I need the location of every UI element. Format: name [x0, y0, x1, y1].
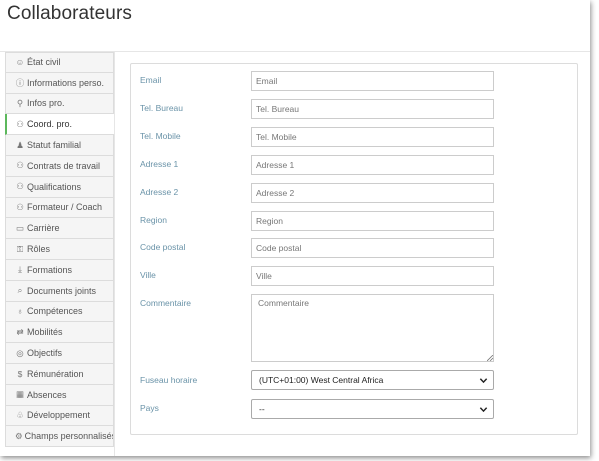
trainer-icon: ⚇: [16, 201, 24, 212]
code-postal-label: Code postal: [140, 242, 186, 252]
sidebar-item-carriere[interactable]: ▭ Carrière: [5, 218, 114, 240]
sidebar-item-label: Qualifications: [27, 181, 82, 192]
roles-icon: ⚿: [16, 243, 24, 254]
pays-label: Pays: [140, 403, 159, 413]
sidebar-item-documents-joints[interactable]: ⌕ Documents joints: [5, 280, 114, 302]
sidebar-item-contrats-de-travail[interactable]: ⚇ Contrats de travail: [5, 155, 114, 177]
sidebar-item-objectifs[interactable]: ◎ Objectifs: [5, 343, 114, 364]
pays-value: --: [259, 404, 265, 414]
sidebar-item-label: Rémunération: [27, 368, 84, 379]
sidebar-item-label: Rôles: [27, 244, 51, 255]
download-icon: ⤓: [18, 264, 22, 275]
sidebar-item-infos-pro[interactable]: ⚲ Infos pro.: [5, 93, 114, 115]
commentaire-label: Commentaire: [140, 298, 192, 308]
email-label: Email: [140, 75, 162, 85]
region-label: Region: [140, 215, 167, 225]
transfer-icon: ⇄: [16, 326, 24, 337]
sidebar-item-label: Absences: [27, 389, 67, 400]
smiley-icon: ☺: [15, 57, 25, 68]
sidebar-item-label: Documents joints: [27, 285, 97, 296]
ville-field[interactable]: [251, 266, 494, 286]
sidebar-item-formations[interactable]: ⤓ Formations: [5, 259, 114, 281]
sidebar-item-label: Objectifs: [27, 348, 63, 359]
sidebar-item-informations-perso[interactable]: ⓘ Informations perso.: [5, 72, 114, 94]
ville-label: Ville: [140, 270, 156, 280]
sidebar-item-label: Développement: [27, 410, 91, 421]
resize-grip-icon[interactable]: [487, 355, 493, 361]
info-circle-icon: ⓘ: [15, 77, 25, 88]
sidebar-item-label: Formations: [27, 264, 73, 275]
page-title: Collaborateurs: [7, 3, 132, 24]
sidebar-item-label: Champs personnalisés: [24, 431, 114, 442]
sidebar-item-label: Mobilités: [27, 327, 63, 338]
sidebar-item-competences[interactable]: ♁ Compétences: [5, 301, 114, 323]
pays-select[interactable]: --: [251, 399, 494, 419]
sidebar-item-formateur-coach[interactable]: ⚇ Formateur / Coach: [5, 197, 114, 219]
user-icon: ⚲: [16, 97, 24, 108]
users-icon: ⚇: [16, 118, 24, 129]
sidebar-item-mobilites[interactable]: ⇄ Mobilités: [5, 322, 114, 344]
sidebar-item-champs-personnalises[interactable]: ⚙ Champs personnalisés: [5, 426, 114, 448]
fuseau-horaire-select[interactable]: (UTC+01:00) West Central Africa: [251, 370, 494, 390]
tel-bureau-field[interactable]: [251, 99, 494, 119]
fuseau-horaire-label: Fuseau horaire: [140, 375, 198, 385]
gear-icon: ⚙: [15, 430, 23, 441]
fuseau-horaire-value: (UTC+01:00) West Central Africa: [259, 375, 384, 385]
sidebar-item-qualifications[interactable]: ⚇ Qualifications: [5, 176, 114, 198]
contract-user-icon: ⚇: [16, 160, 24, 171]
tel-bureau-label: Tel. Bureau: [140, 103, 183, 113]
adresse-2-label: Adresse 2: [140, 187, 179, 197]
tel-mobile-label: Tel. Mobile: [140, 131, 181, 141]
dollar-icon: $: [17, 368, 23, 379]
family-icon: ♟: [16, 139, 24, 150]
adresse-1-field[interactable]: [251, 155, 494, 175]
chevron-down-icon: [479, 407, 488, 413]
paperclip-icon: ⌕: [17, 285, 23, 296]
tel-mobile-field[interactable]: [251, 127, 494, 147]
sidebar-item-label: État civil: [27, 57, 61, 68]
adresse-1-label: Adresse 1: [140, 159, 179, 169]
sidebar-item-label: Contrats de travail: [27, 160, 101, 171]
lightbulb-icon: ♁: [16, 306, 24, 317]
adresse-2-field[interactable]: [251, 183, 494, 203]
laptop-icon: ▭: [15, 222, 25, 233]
sidebar-item-label: Coord. pro.: [27, 119, 73, 130]
sidebar-nav: ☺ État civil ⓘ Informations perso. ⚲ Infos …: [5, 52, 114, 448]
sidebar-item-label: Infos pro.: [27, 98, 65, 109]
target-icon: ◎: [16, 347, 24, 358]
group-icon: ⚇: [16, 181, 24, 192]
sidebar-item-label: Compétences: [27, 306, 83, 317]
chevron-down-icon: [479, 378, 488, 384]
email-field[interactable]: [251, 71, 494, 91]
sidebar-item-statut-familial[interactable]: ♟ Statut familial: [5, 135, 114, 156]
sidebar-item-coord-pro[interactable]: ⚇ Coord. pro.: [5, 114, 114, 136]
calendar-icon: ▦: [15, 389, 25, 400]
sidebar-item-absences[interactable]: ▦ Absences: [5, 384, 114, 406]
sidebar-item-etat-civil[interactable]: ☺ État civil: [5, 52, 114, 73]
development-icon: ♧: [16, 409, 24, 420]
region-field[interactable]: [251, 211, 494, 231]
sidebar-item-label: Formateur / Coach: [27, 202, 103, 213]
sidebar-item-roles[interactable]: ⚿ Rôles: [5, 239, 114, 260]
sidebar-item-label: Informations perso.: [27, 77, 105, 88]
commentaire-textarea[interactable]: [251, 294, 494, 362]
sidebar-item-developpement[interactable]: ♧ Développement: [5, 405, 114, 427]
code-postal-field[interactable]: [251, 238, 494, 258]
sidebar-item-label: Statut familial: [27, 140, 82, 151]
sidebar-item-remuneration[interactable]: $ Rémunération: [5, 363, 114, 385]
sidebar-item-label: Carrière: [27, 223, 60, 234]
